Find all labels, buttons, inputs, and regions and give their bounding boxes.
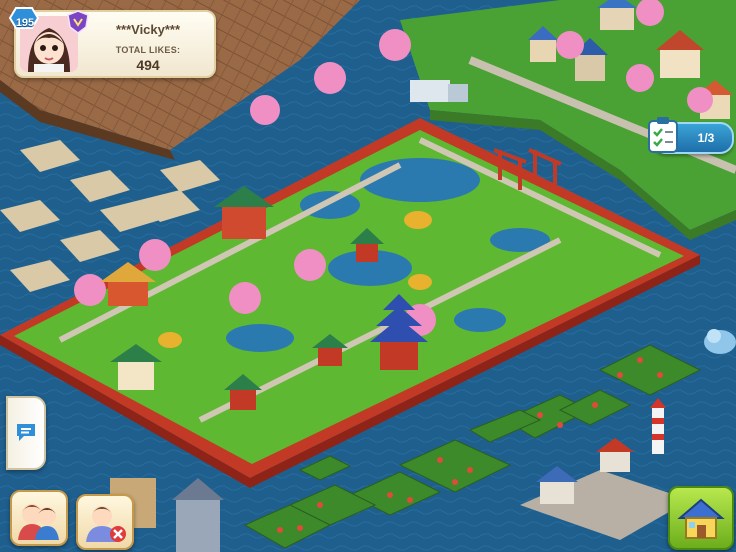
chat-button[interactable]	[6, 396, 46, 470]
home-house-icon	[677, 498, 725, 539]
game-world-scene[interactable]	[0, 0, 736, 552]
total-likes-label: TOTAL LIKES:	[115, 45, 181, 55]
clipboard-checklist-icon	[648, 117, 678, 153]
remove-friend-button[interactable]	[76, 494, 134, 550]
total-likes-count: 494	[136, 57, 160, 73]
quest-progress-button[interactable]: 1/3	[648, 117, 734, 154]
home-button[interactable]	[668, 486, 734, 550]
quest-progress-text: 1/3	[697, 131, 715, 145]
speech-bubble-icon	[17, 424, 35, 441]
player-name: ***Vicky***	[115, 22, 181, 37]
friends-button[interactable]	[10, 490, 68, 546]
purple-shield-badge-icon	[67, 10, 89, 34]
player-level: 195	[15, 17, 35, 29]
friends-couple-icon	[18, 504, 59, 540]
player-profile-card[interactable]: 195 ***Vicky*** TOTAL LIKES: 494	[8, 7, 216, 78]
lighthouse[interactable]	[650, 398, 666, 454]
remove-friend-icon	[86, 506, 126, 542]
